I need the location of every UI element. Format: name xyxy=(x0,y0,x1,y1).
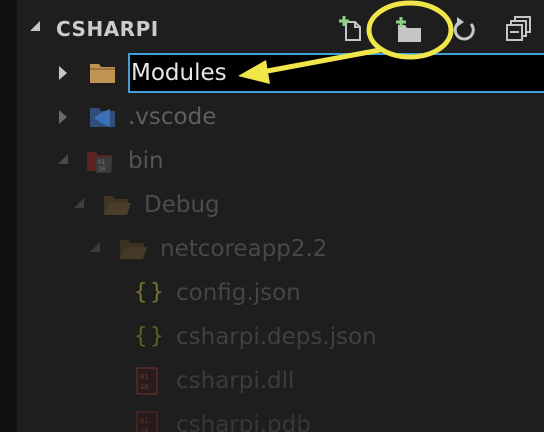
explorer-section-header[interactable]: CSHARPI xyxy=(17,8,544,50)
tree-item-label: Debug xyxy=(144,192,220,218)
tree-item-debug[interactable]: Debug xyxy=(17,183,544,227)
rename-input[interactable]: Modules xyxy=(128,53,544,93)
tree-item-label: .vscode xyxy=(128,104,217,130)
bin-folder-icon: 01 10 xyxy=(86,148,116,174)
binary-file-icon: 01 10 xyxy=(136,411,158,432)
section-title: CSHARPI xyxy=(56,17,159,41)
folder-open-icon xyxy=(102,192,132,218)
svg-text:01: 01 xyxy=(140,373,148,381)
collapse-twisty-icon[interactable] xyxy=(74,198,84,208)
folder-open-icon xyxy=(118,236,148,262)
svg-text:10: 10 xyxy=(140,427,148,432)
tree-item-dll[interactable]: 01 10 csharpi.dll xyxy=(17,359,544,403)
collapse-twisty-icon[interactable] xyxy=(90,242,100,252)
expand-twisty-icon[interactable] xyxy=(59,110,67,124)
tree-item-label: bin xyxy=(128,148,164,174)
collapse-twisty-icon[interactable] xyxy=(30,21,40,31)
tree-item-label: csharpi.dll xyxy=(176,368,295,394)
file-explorer: CSHARPI Modules .vscode 01 10 bin Debug … xyxy=(17,0,544,432)
tree-item-label: csharpi.deps.json xyxy=(176,324,377,350)
tree-item-config-json[interactable]: {} config.json xyxy=(17,271,544,315)
folder-icon xyxy=(88,60,118,86)
tree-item-modules[interactable]: Modules xyxy=(17,51,544,95)
tree-item-netcoreapp[interactable]: netcoreapp2.2 xyxy=(17,227,544,271)
refresh-icon[interactable] xyxy=(446,10,482,46)
activity-bar-edge xyxy=(0,0,17,432)
tree-item-deps-json[interactable]: {} csharpi.deps.json xyxy=(17,315,544,359)
app-window: CSHARPI Modules .vscode 01 10 bin Debug … xyxy=(0,0,544,432)
new-file-icon[interactable] xyxy=(335,10,371,46)
tree-item-vscode[interactable]: .vscode xyxy=(17,95,544,139)
binary-file-icon: 01 10 xyxy=(136,367,158,395)
new-folder-icon[interactable] xyxy=(389,10,425,46)
svg-text:01: 01 xyxy=(98,159,106,166)
collapse-twisty-icon[interactable] xyxy=(58,154,68,164)
json-file-icon: {} xyxy=(134,324,167,349)
tree-item-label: csharpi.pdb xyxy=(176,412,311,432)
svg-text:10: 10 xyxy=(140,383,148,391)
tree-item-label: config.json xyxy=(176,280,301,306)
svg-text:10: 10 xyxy=(98,166,106,173)
vscode-folder-icon xyxy=(88,104,118,130)
collapse-all-icon[interactable] xyxy=(501,10,537,46)
rename-input-value[interactable]: Modules xyxy=(131,58,227,88)
tree-item-label: netcoreapp2.2 xyxy=(160,236,328,262)
tree-item-bin[interactable]: 01 10 bin xyxy=(17,139,544,183)
svg-text:01: 01 xyxy=(140,417,148,425)
expand-twisty-icon[interactable] xyxy=(59,66,67,80)
json-file-icon: {} xyxy=(134,280,167,305)
tree-item-pdb[interactable]: 01 10 csharpi.pdb xyxy=(17,403,544,432)
